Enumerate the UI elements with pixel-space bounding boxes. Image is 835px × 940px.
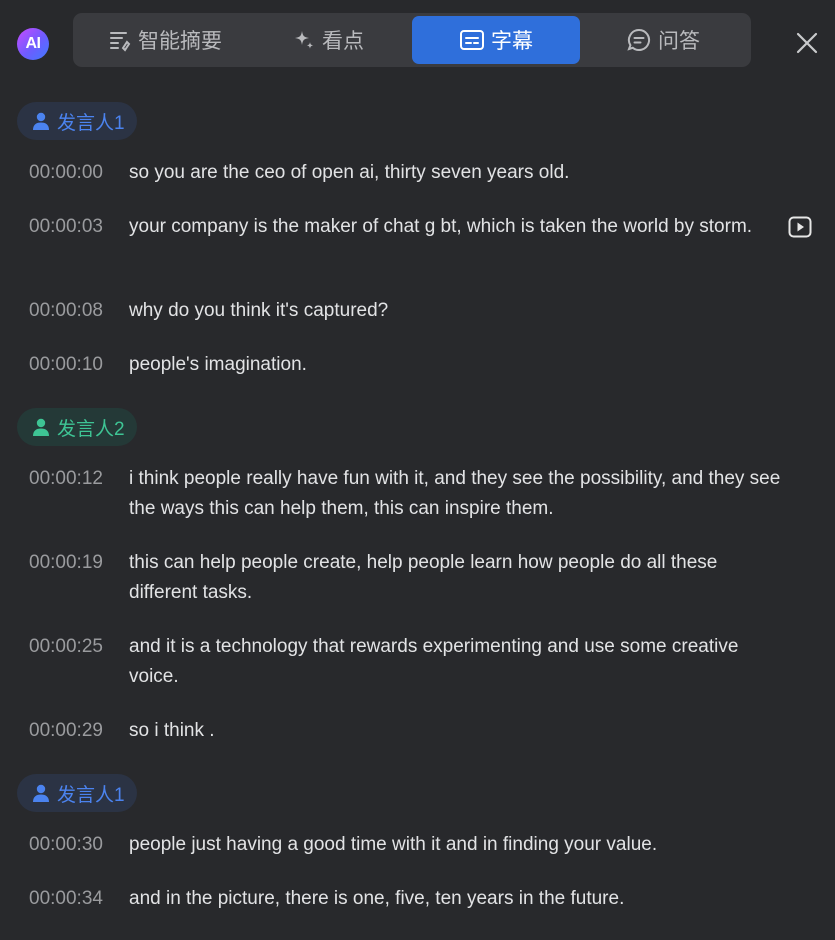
sparkle-icon (292, 28, 316, 52)
tab-qa-label: 问答 (658, 30, 700, 53)
speaker-label: 发言人1 (57, 112, 125, 134)
user-icon (31, 111, 51, 131)
timestamp[interactable]: 00:00:03 (29, 212, 103, 242)
timestamp[interactable]: 00:00:08 (29, 296, 103, 326)
top-bar: AI 智能摘要 看点 字幕 问答 (0, 0, 835, 84)
summary-list-icon (108, 28, 132, 52)
timestamp[interactable]: 00:00:10 (29, 350, 103, 380)
timestamp[interactable]: 00:00:00 (29, 158, 103, 188)
user-icon (31, 783, 51, 803)
play-icon[interactable] (788, 216, 812, 238)
subtitle-text: your company is the maker of chat g bt, … (129, 216, 753, 237)
subtitle-text: and it is a technology that rewards expe… (129, 636, 739, 687)
tab-qa[interactable]: 问答 (588, 16, 738, 64)
tab-highlights-label: 看点 (322, 30, 364, 53)
tab-bar: 智能摘要 看点 字幕 问答 (73, 13, 751, 67)
subtitle-text: this can help people create, help people… (129, 552, 718, 603)
user-icon (31, 417, 51, 437)
subtitle-icon (459, 28, 485, 52)
subtitle-text: why do you think it's captured? (129, 300, 389, 321)
tab-highlights[interactable]: 看点 (253, 16, 403, 64)
tab-summary[interactable]: 智能摘要 (85, 16, 245, 64)
timestamp[interactable]: 00:00:30 (29, 830, 103, 860)
tab-subtitles-label: 字幕 (491, 30, 533, 53)
timestamp[interactable]: 00:00:34 (29, 884, 103, 914)
subtitle-text: i think people really have fun with it, … (129, 468, 781, 519)
speaker-tag[interactable]: 发言人1 (17, 774, 137, 812)
timestamp[interactable]: 00:00:25 (29, 632, 103, 662)
close-icon[interactable] (795, 31, 819, 55)
subtitle-text: so you are the ceo of open ai, thirty se… (129, 162, 570, 183)
timestamp[interactable]: 00:00:29 (29, 716, 103, 746)
speaker-tag[interactable]: 发言人2 (17, 408, 137, 446)
tab-subtitles[interactable]: 字幕 (412, 16, 580, 64)
speaker-label: 发言人2 (57, 418, 125, 440)
subtitle-text: and in the picture, there is one, five, … (129, 888, 625, 909)
timestamp[interactable]: 00:00:19 (29, 548, 103, 578)
tab-summary-label: 智能摘要 (138, 30, 222, 53)
subtitle-text: so i think . (129, 720, 215, 741)
chat-bubble-icon (626, 27, 652, 53)
subtitle-text: people just having a good time with it a… (129, 834, 658, 855)
speaker-label: 发言人1 (57, 784, 125, 806)
timestamp[interactable]: 00:00:12 (29, 464, 103, 494)
speaker-tag[interactable]: 发言人1 (17, 102, 137, 140)
subtitle-text: people's imagination. (129, 354, 307, 375)
ai-logo: AI (17, 28, 49, 60)
